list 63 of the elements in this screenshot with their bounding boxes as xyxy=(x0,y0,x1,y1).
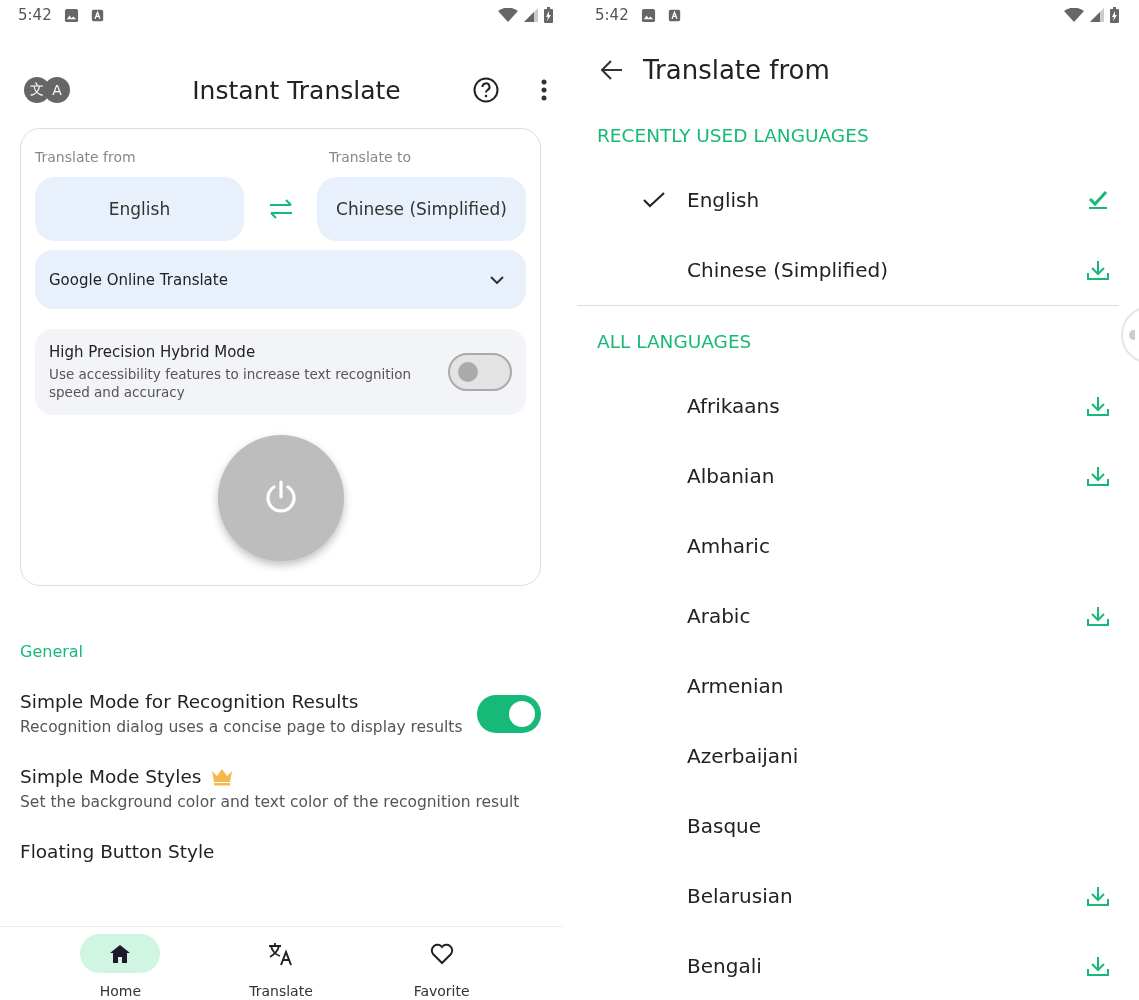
downloaded-icon xyxy=(1088,190,1108,210)
toggle-switch[interactable] xyxy=(448,353,512,391)
image-icon xyxy=(63,7,79,23)
language-item[interactable]: English xyxy=(577,165,1139,235)
image-icon xyxy=(640,7,656,23)
nav-tab[interactable] xyxy=(80,934,161,973)
setting-title: High Precision Hybrid Mode xyxy=(49,343,257,361)
language-item[interactable]: Basque xyxy=(577,791,1119,861)
download-icon[interactable] xyxy=(1087,606,1109,626)
field-label: Translate from xyxy=(35,149,136,165)
wifi-icon xyxy=(498,8,518,22)
language-item[interactable]: Chinese (Simplified) xyxy=(577,235,1139,305)
home-icon xyxy=(110,944,131,963)
help-icon[interactable] xyxy=(473,77,499,103)
more-icon[interactable] xyxy=(541,79,547,101)
battery-icon xyxy=(1110,7,1119,23)
language-item[interactable]: Azerbaijani xyxy=(577,721,1119,791)
back-icon[interactable] xyxy=(601,60,623,80)
download-icon[interactable] xyxy=(1087,956,1109,976)
language-button[interactable]: English xyxy=(35,177,244,241)
language-item[interactable]: Arabic xyxy=(577,581,1119,651)
field-label: Translate to xyxy=(328,149,411,165)
setting-description: Recognition dialog uses a concise page to display results xyxy=(20,718,464,736)
heart-icon xyxy=(429,942,454,965)
text-icon xyxy=(667,8,681,22)
toggle-switch[interactable] xyxy=(477,694,541,733)
setting-title[interactable]: Simple Mode Styles xyxy=(20,766,202,787)
app-title: Instant Translate xyxy=(191,75,402,105)
language-item[interactable]: Belarusian xyxy=(577,861,1119,931)
signal-icon xyxy=(524,8,538,22)
nav-label: Home xyxy=(99,983,141,999)
setting-description: Use accessibility features to increase text recognition speed and accuracy xyxy=(49,365,413,401)
section-title: RECENTLY USED LANGUAGES xyxy=(596,123,870,148)
signal-icon xyxy=(1090,8,1104,22)
download-icon[interactable] xyxy=(1087,466,1109,486)
language-item[interactable]: Bengali xyxy=(577,931,1119,1000)
swap-icon[interactable] xyxy=(267,199,294,219)
engine-dropdown[interactable]: Google Online Translate xyxy=(35,250,526,309)
section-title: ALL LANGUAGES xyxy=(596,329,753,354)
setting-description: Set the background color and text color of the recognition result xyxy=(20,793,521,811)
status-time: 5:42 xyxy=(18,6,52,24)
app-logo: 文 A xyxy=(24,77,80,103)
download-icon[interactable] xyxy=(1087,260,1109,280)
wifi-icon xyxy=(1064,8,1084,22)
crown-icon xyxy=(211,767,234,786)
language-item[interactable]: Amharic xyxy=(577,511,1119,581)
language-item[interactable]: Afrikaans xyxy=(577,371,1119,441)
language-item[interactable]: Armenian xyxy=(577,651,1119,721)
language-item[interactable]: Albanian xyxy=(577,441,1119,511)
section-title: General xyxy=(20,642,85,661)
nav-label: Translate xyxy=(249,983,313,999)
screen-title: Translate from xyxy=(643,55,830,85)
status-time: 5:42 xyxy=(595,6,629,24)
download-icon[interactable] xyxy=(1087,396,1109,416)
setting-title[interactable]: Floating Button Style xyxy=(20,841,215,862)
translate-icon xyxy=(268,941,294,966)
text-icon xyxy=(90,8,104,22)
language-button[interactable]: Chinese (Simplified) xyxy=(317,177,526,241)
setting-title[interactable]: Simple Mode for Recognition Results xyxy=(20,691,359,712)
battery-icon xyxy=(544,7,553,23)
download-icon[interactable] xyxy=(1087,886,1109,906)
chevron-down-icon xyxy=(490,275,504,284)
nav-label: Favorite xyxy=(413,983,470,999)
